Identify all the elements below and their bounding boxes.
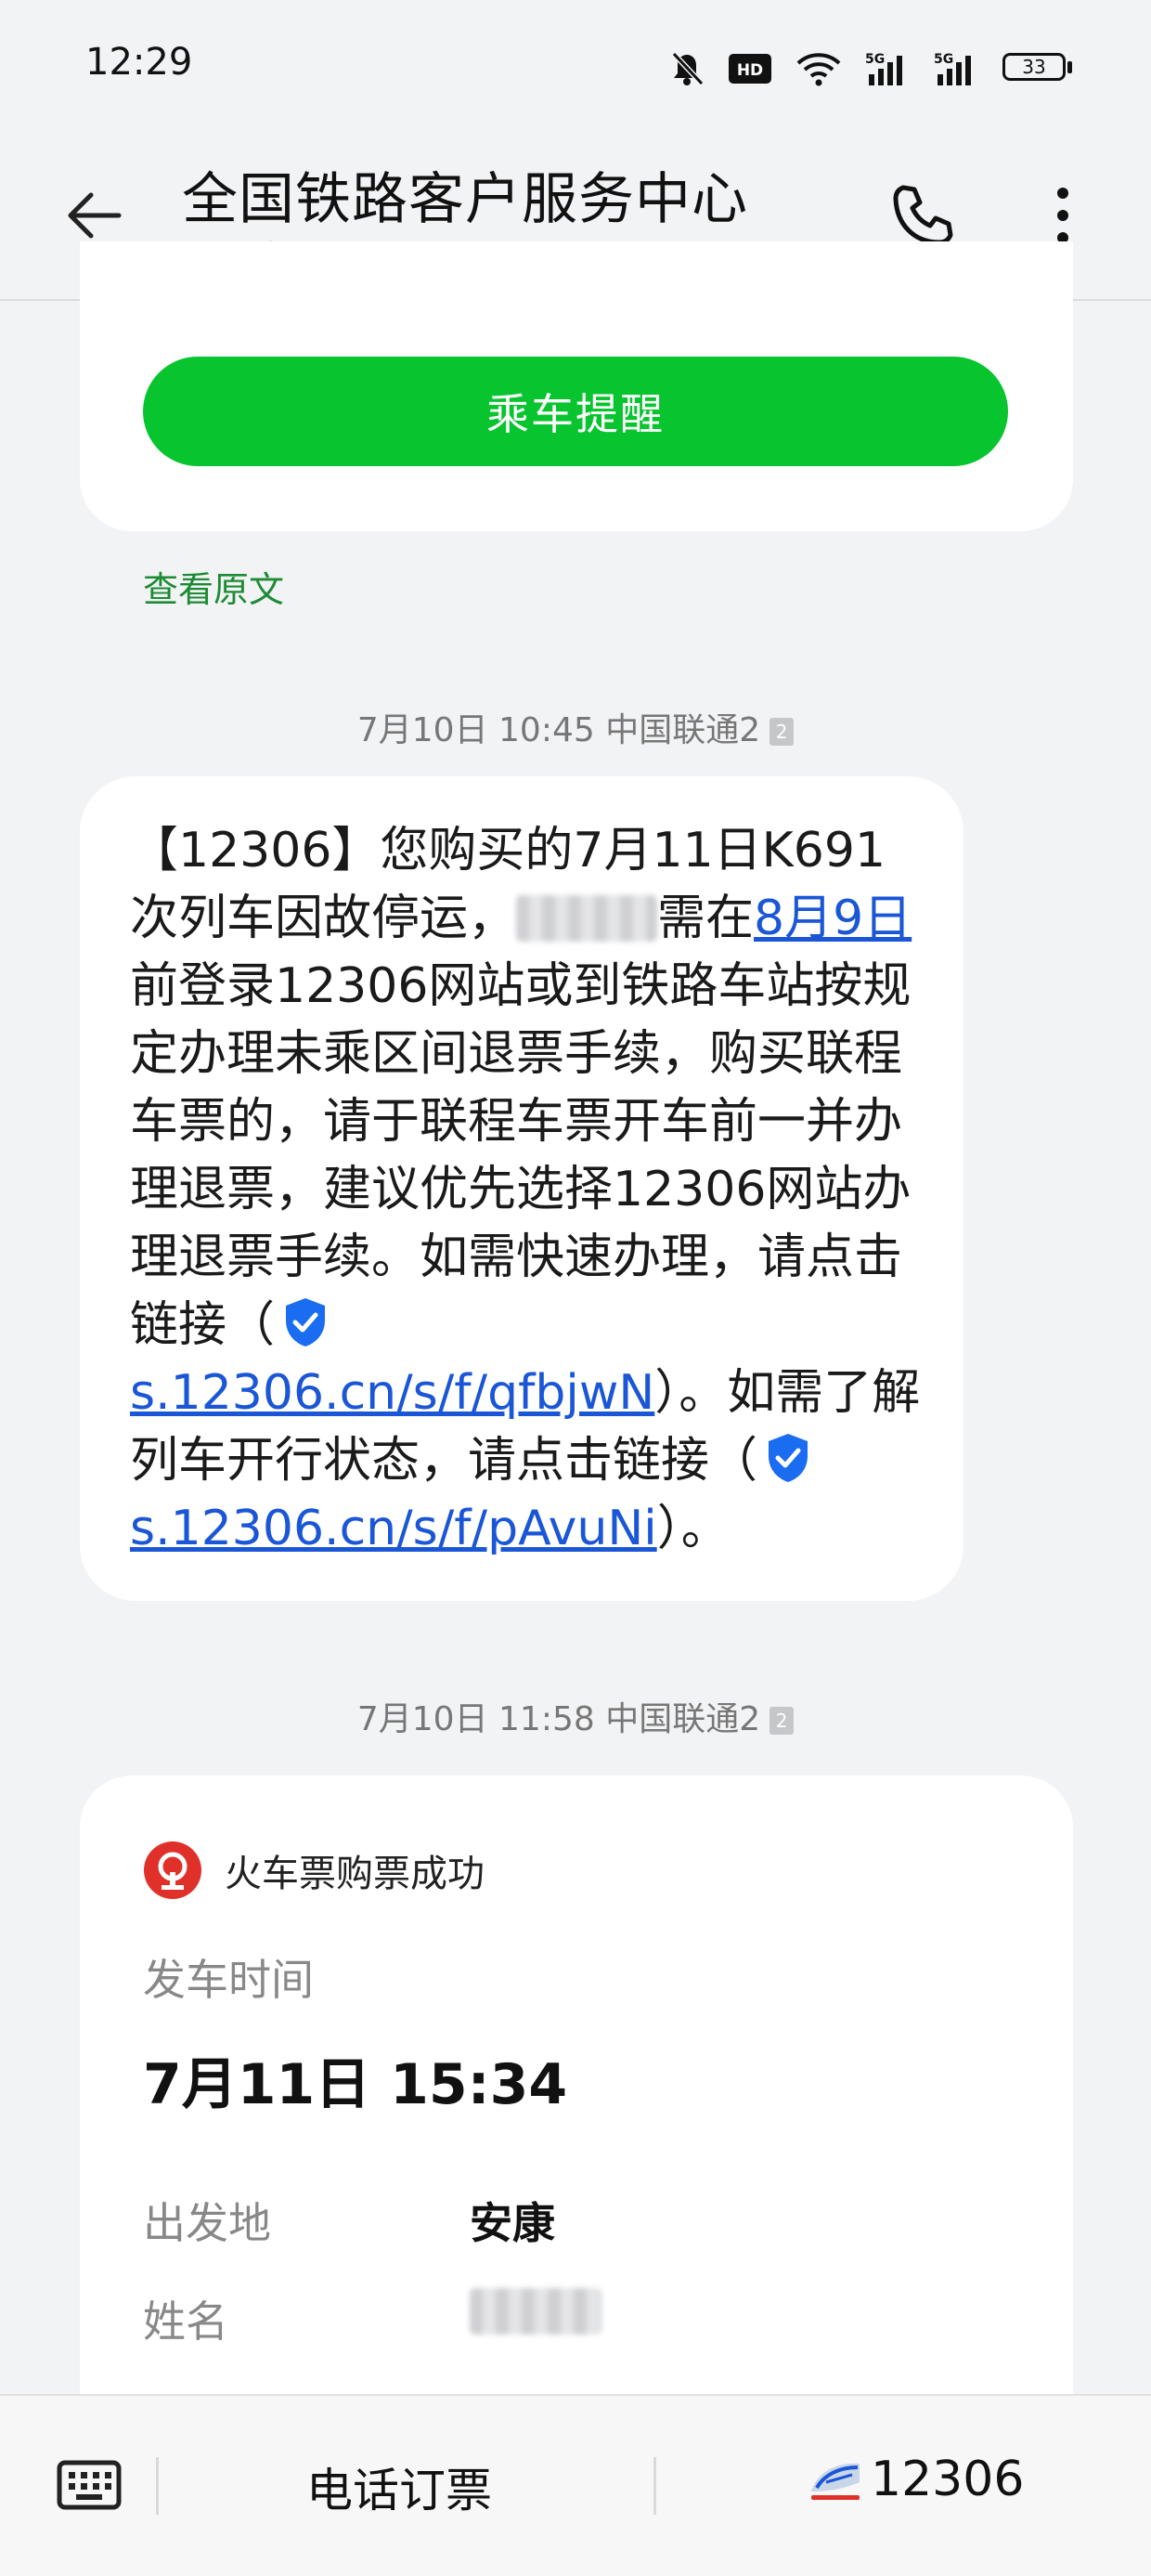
origin-label: 出发地 (143, 2198, 271, 2248)
keyboard-toggle-button[interactable] (56, 2457, 123, 2513)
divider (653, 2457, 656, 2515)
mute-icon (671, 51, 705, 86)
ticket-card[interactable]: 火车票购票成功 发车时间 7月11日 15:34 出发地 安康 姓名 (80, 1776, 1073, 2481)
status-icons: HD 5G 5G 33 (668, 43, 1073, 95)
hd-icon: HD (729, 54, 771, 84)
ticket-card-title: 火车票购票成功 (225, 1853, 485, 1895)
bottom-menu-bar: 电话订票 12306 (0, 2394, 1151, 2576)
conversation-title: 全国铁路客户服务中心 (182, 167, 748, 232)
train-icon (811, 2463, 860, 2500)
wifi-icon (796, 53, 841, 86)
view-original-link[interactable]: 查看原文 (143, 561, 284, 612)
shield-icon (769, 1434, 808, 1482)
battery-level: 33 (1022, 56, 1046, 78)
battery-icon: 33 (1002, 53, 1073, 85)
keyboard-icon (57, 2460, 122, 2510)
origin-value: 安康 (470, 2198, 555, 2248)
redacted-passenger-name (470, 2288, 601, 2335)
railway-logo-icon (144, 1841, 201, 1899)
svg-text:5G: 5G (865, 52, 885, 67)
menu-12306[interactable]: 12306 (808, 2452, 1024, 2507)
status-bar: 12:29 HD 5G 5G 33 (0, 0, 1151, 130)
message-timestamp: 7月10日 11:58 中国联通2 2 (0, 1692, 1151, 1740)
message-timestamp: 7月10日 10:45 中国联通2 2 (0, 703, 1151, 751)
signal-icon-1: 5G (865, 52, 902, 85)
back-arrow-icon (68, 192, 122, 239)
menu-12306-label: 12306 (871, 2452, 1025, 2507)
message-bubble[interactable]: 【12306】您购买的7月11日K691次列车因故停运， 需在8月9日前登录123… (80, 776, 963, 1601)
ticket-card-header: 火车票购票成功 (143, 1841, 485, 1900)
depart-time-label: 发车时间 (143, 1955, 314, 2005)
reminder-card: 乘车提醒 (80, 241, 1073, 531)
shield-icon (286, 1298, 326, 1347)
status-time: 12:29 (85, 41, 193, 84)
date-link[interactable]: 8月9日 (754, 891, 912, 946)
svg-text:HD: HD (737, 61, 763, 80)
divider (156, 2457, 159, 2515)
sim-badge: 2 (769, 1707, 795, 1735)
signal-icon-2: 5G (934, 52, 971, 85)
ride-reminder-button[interactable]: 乘车提醒 (143, 357, 1008, 466)
train-status-link[interactable]: s.12306.cn/s/f/pAvuNi (130, 1501, 657, 1556)
redacted-name (516, 895, 658, 942)
name-label: 姓名 (143, 2296, 228, 2347)
svg-text:5G: 5G (934, 52, 953, 67)
depart-time-value: 7月11日 15:34 (143, 2052, 568, 2117)
refund-link[interactable]: s.12306.cn/s/f/qfbjwN (130, 1365, 654, 1421)
message-text: 【12306】您购买的7月11日K691次列车因故停运， 需在8月9日前登录123… (130, 823, 921, 1556)
sim-badge: 2 (769, 718, 795, 746)
phone-booking-menu[interactable]: 电话订票 (213, 2453, 585, 2520)
